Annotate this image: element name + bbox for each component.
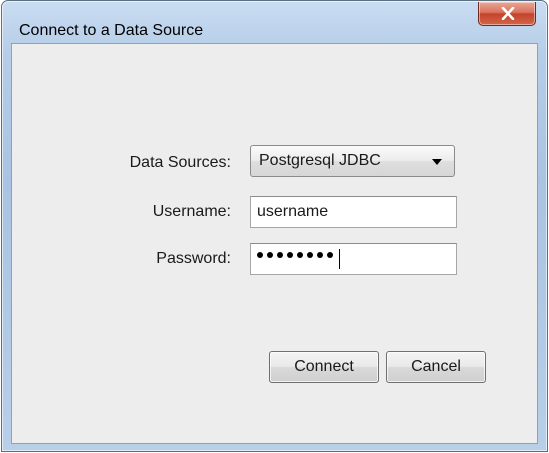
text-caret — [339, 249, 340, 269]
password-label: Password: — [156, 250, 231, 267]
close-button[interactable] — [478, 2, 536, 26]
close-icon — [501, 7, 515, 20]
title-bar[interactable]: Connect to a Data Source — [2, 1, 547, 44]
password-dot — [257, 252, 263, 258]
connect-button[interactable]: Connect — [269, 351, 379, 383]
password-dot — [317, 252, 323, 258]
password-dot — [327, 252, 333, 258]
password-masked-value — [257, 252, 337, 258]
data-sources-dropdown[interactable]: Postgresql JDBC — [250, 145, 455, 177]
username-value: username — [257, 203, 329, 220]
dialog-body: Data Sources: Postgresql JDBC Username: … — [11, 43, 538, 444]
window-title: Connect to a Data Source — [19, 22, 204, 39]
dialog-window: Connect to a Data Source Data Sources: P… — [1, 0, 548, 452]
password-dot — [287, 252, 293, 258]
cancel-button[interactable]: Cancel — [386, 351, 486, 383]
password-field[interactable] — [250, 243, 457, 275]
password-dot — [297, 252, 303, 258]
username-field[interactable]: username — [250, 196, 457, 228]
password-dot — [277, 252, 283, 258]
password-dot — [307, 252, 313, 258]
data-sources-label: Data Sources: — [129, 154, 231, 171]
data-sources-selected-value: Postgresql JDBC — [259, 152, 381, 169]
password-dot — [267, 252, 273, 258]
chevron-down-icon — [432, 159, 442, 165]
username-label: Username: — [152, 203, 231, 220]
